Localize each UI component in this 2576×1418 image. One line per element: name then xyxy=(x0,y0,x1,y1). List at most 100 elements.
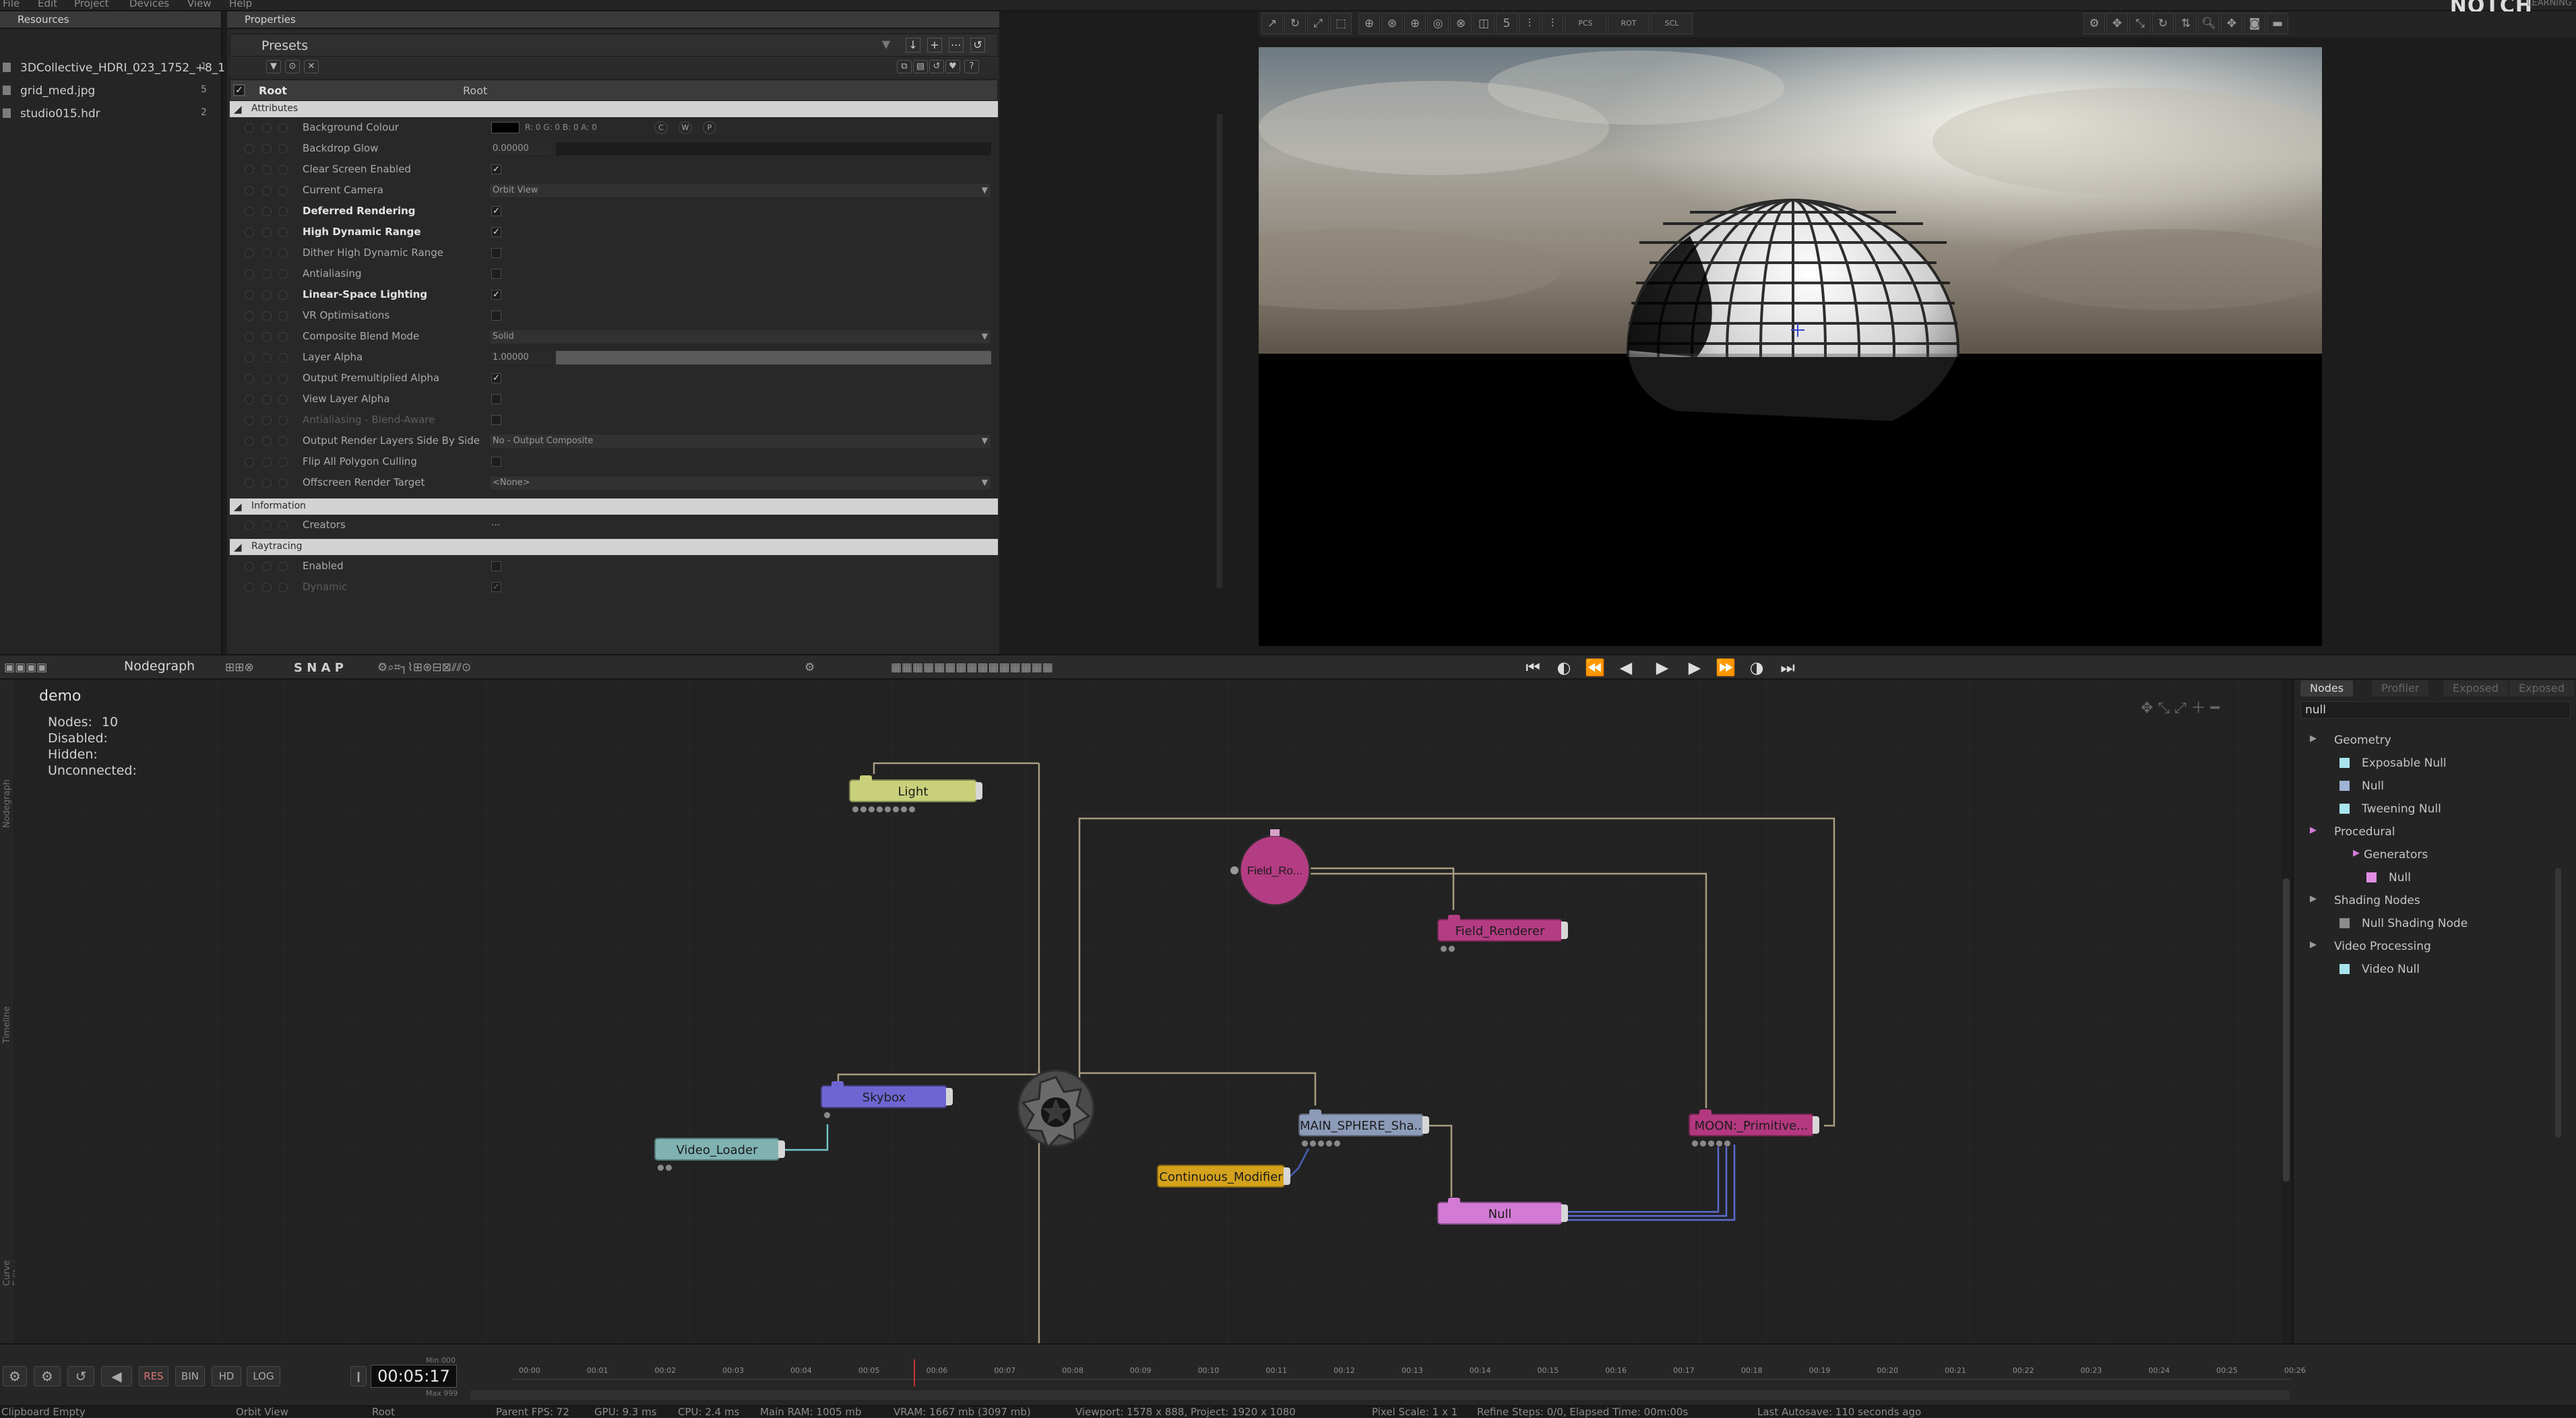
link-dot-icon[interactable] xyxy=(278,165,288,174)
node-skybox[interactable]: Skybox xyxy=(821,1081,953,1119)
library-category[interactable]: ▶ Geometry xyxy=(2310,734,2391,747)
expose-dot-icon[interactable] xyxy=(262,521,272,530)
link-dot-icon[interactable] xyxy=(278,395,288,404)
node-ports[interactable] xyxy=(1691,1140,1732,1148)
pause-icon[interactable]: ❙ xyxy=(350,1366,367,1386)
expose-dot-icon[interactable] xyxy=(262,332,272,342)
link-dot-icon[interactable] xyxy=(278,332,288,342)
tab-nodes[interactable]: Nodes xyxy=(2300,680,2354,697)
expose-dot-icon[interactable] xyxy=(262,311,272,321)
expose-dot-icon[interactable] xyxy=(262,228,272,237)
download-icon[interactable]: ↓ xyxy=(906,38,920,53)
library-node-item[interactable]: Null Shading Node xyxy=(2339,917,2468,930)
expose-dot-icon[interactable] xyxy=(262,249,272,258)
property-checkbox[interactable] xyxy=(491,561,501,571)
keyframe-dot-icon[interactable] xyxy=(245,395,254,404)
settings-icon[interactable]: ⚙ xyxy=(805,661,815,674)
node-main-sphere-shader[interactable]: MAIN_SPHERE_Sha... xyxy=(1298,1109,1429,1147)
section-information[interactable]: ◢ Information xyxy=(230,498,998,515)
section-raytracing[interactable]: ◢ Raytracing xyxy=(230,539,998,555)
gizmo-icon[interactable]: ◎ xyxy=(1427,13,1449,34)
tab-profiler[interactable]: Profiler xyxy=(2372,680,2429,697)
refresh-icon[interactable]: ↺ xyxy=(970,38,985,53)
property-number-field[interactable]: 1.00000 xyxy=(489,350,553,365)
expose-dot-icon[interactable] xyxy=(262,353,272,362)
expose-dot-icon[interactable] xyxy=(262,186,272,195)
side-tab-nodegraph[interactable]: Nodegraph xyxy=(2,779,12,828)
gizmo-icon[interactable]: ⊕ xyxy=(1404,13,1426,34)
rotate-icon[interactable]: ↻ xyxy=(1284,13,1306,34)
frame-value[interactable]: 5 xyxy=(1496,13,1517,34)
property-checkbox[interactable]: ✓ xyxy=(491,290,501,300)
node-ports[interactable] xyxy=(823,1111,831,1120)
library-node-item[interactable]: Tweening Null xyxy=(2339,802,2441,816)
library-category[interactable]: ▶ Video Processing xyxy=(2310,940,2431,953)
property-checkbox[interactable]: ✓ xyxy=(491,206,501,216)
property-checkbox[interactable] xyxy=(491,269,501,279)
section-attributes[interactable]: ◢ Attributes xyxy=(230,101,998,117)
expand-arrow-icon[interactable]: ▶ xyxy=(2310,894,2317,904)
link-dot-icon[interactable] xyxy=(278,249,288,258)
clear-icon[interactable]: ✕ xyxy=(304,60,319,73)
keyframe-dot-icon[interactable] xyxy=(245,457,254,467)
bin-button[interactable]: BIN xyxy=(175,1366,205,1386)
keyframe-dot-icon[interactable] xyxy=(245,416,254,425)
keyframe-dot-icon[interactable] xyxy=(245,374,254,383)
library-node-item[interactable]: Exposable Null xyxy=(2339,756,2447,770)
side-tab-timeline[interactable]: Timeline xyxy=(2,1006,12,1043)
expose-dot-icon[interactable] xyxy=(262,583,272,592)
help-icon[interactable]: ? xyxy=(964,60,979,73)
link-dot-icon[interactable] xyxy=(278,144,288,154)
expose-dot-icon[interactable] xyxy=(262,562,272,571)
link-dot-icon[interactable] xyxy=(278,207,288,216)
property-checkbox[interactable]: ✓ xyxy=(491,582,501,592)
loop-end-icon[interactable]: ◑ xyxy=(1747,659,1767,677)
library-node-item[interactable]: Null xyxy=(2339,779,2384,793)
library-scrollbar[interactable] xyxy=(2555,868,2561,1138)
render-viewport[interactable] xyxy=(1259,47,2322,646)
property-dropdown[interactable]: <None> ▼ xyxy=(489,476,991,490)
color-mode-button[interactable]: W xyxy=(679,121,692,134)
link-dot-icon[interactable] xyxy=(278,228,288,237)
layout-icon[interactable]: ▣▣▣▣ xyxy=(4,661,47,674)
more-icon[interactable]: ⋯ xyxy=(949,38,964,53)
keyframe-dot-icon[interactable] xyxy=(245,437,254,446)
color-swatch[interactable] xyxy=(491,122,520,133)
color-mode-button[interactable]: C xyxy=(654,121,668,134)
link-dot-icon[interactable] xyxy=(278,583,288,592)
properties-scrollbar[interactable] xyxy=(1216,114,1223,589)
property-checkbox[interactable]: ✓ xyxy=(491,373,501,383)
node-continuous-modifier[interactable]: Continuous_Modifier xyxy=(1157,1165,1290,1188)
keyframe-dot-icon[interactable] xyxy=(245,123,254,133)
resource-item[interactable]: 3DCollective_HDRI_023_1752_+8_1 xyxy=(3,61,225,75)
root-gear-node[interactable] xyxy=(1017,1069,1095,1149)
log-button[interactable]: LOG xyxy=(247,1366,280,1386)
node-video-loader[interactable]: Video_Loader xyxy=(654,1138,785,1171)
expand-arrow-icon[interactable]: ▶ xyxy=(2353,848,2360,858)
keyframe-dot-icon[interactable] xyxy=(245,186,254,195)
expand-arrow-icon[interactable]: ▶ xyxy=(2310,940,2317,950)
library-subcategory[interactable]: ▶ Generators xyxy=(2353,848,2428,862)
flip-icon[interactable]: ⇅ xyxy=(2175,13,2197,34)
expose-dot-icon[interactable] xyxy=(262,395,272,404)
move-icon[interactable]: ↗ xyxy=(1261,13,1283,34)
timeline-ruler[interactable]: 00:00 00:01 00:02 00:03 00:04 00:05 00:06 00:07… xyxy=(512,1365,2306,1380)
link-dot-icon[interactable] xyxy=(278,123,288,133)
reset-icon[interactable]: ↺ xyxy=(929,60,944,73)
presets-dropdown-icon[interactable]: ▼ xyxy=(879,38,893,53)
gizmo-icon[interactable]: ⊕ xyxy=(1358,13,1380,34)
property-dropdown[interactable]: No - Output Composite ▼ xyxy=(489,434,991,449)
gizmo-icon[interactable]: ⊛ xyxy=(1381,13,1403,34)
link-dot-icon[interactable] xyxy=(278,353,288,362)
scale-icon[interactable]: ⤢ xyxy=(1307,13,1329,34)
expose-dot-icon[interactable] xyxy=(262,290,272,300)
link-dot-icon[interactable] xyxy=(278,416,288,425)
menu-view[interactable]: View xyxy=(187,0,212,9)
expose-dot-icon[interactable] xyxy=(262,123,272,133)
link-dot-icon[interactable] xyxy=(278,374,288,383)
settings-icon[interactable]: ⚙ xyxy=(2083,13,2105,34)
keyframe-dot-icon[interactable] xyxy=(245,332,254,342)
fit-icon[interactable]: ✥ xyxy=(2221,13,2242,34)
keyframe-dot-icon[interactable] xyxy=(245,311,254,321)
properties-tab[interactable]: Properties xyxy=(227,11,999,29)
